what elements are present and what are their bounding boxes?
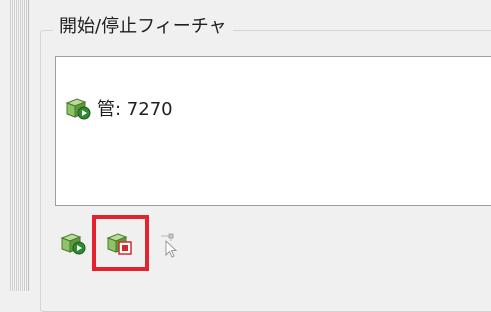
group-title: 開始/停止フィーチャ: [53, 15, 233, 39]
list-item[interactable]: 管: 7270: [65, 95, 173, 121]
feature-start-icon: [65, 96, 91, 120]
feature-list[interactable]: 管: 7270: [55, 56, 491, 206]
select-feature-button[interactable]: [155, 230, 185, 260]
highlight-box: [92, 215, 149, 271]
pointer-select-icon: [158, 231, 182, 259]
start-feature-button[interactable]: [58, 228, 88, 258]
feature-start-icon: [60, 231, 86, 255]
panel-splitter[interactable]: [10, 0, 29, 291]
feature-item-label: 管: 7270: [97, 99, 173, 120]
